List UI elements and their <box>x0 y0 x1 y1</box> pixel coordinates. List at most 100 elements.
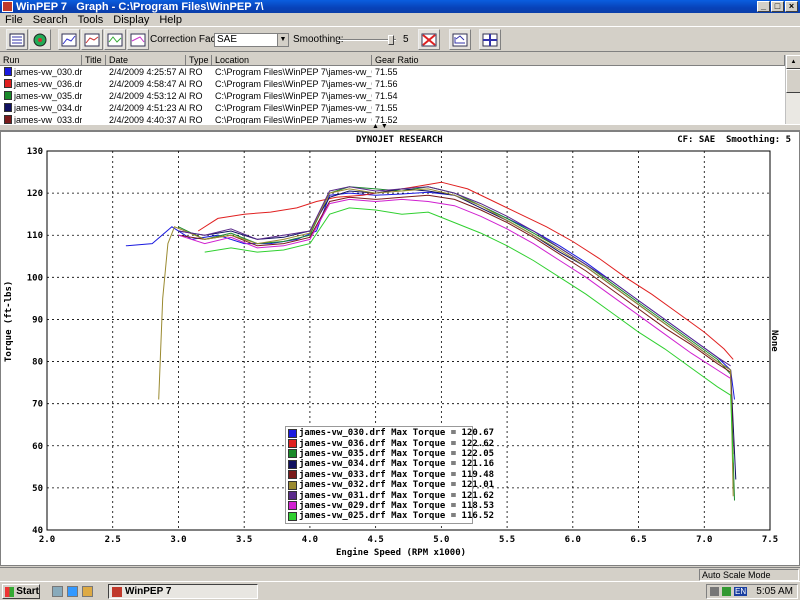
window-title: WinPEP 7 Graph - C:\Program Files\WinPEP… <box>16 0 264 13</box>
cell-date: 2/4/2009 4:40:37 AM <box>109 115 186 124</box>
cell-type: RO <box>189 103 203 113</box>
cell-location: C:\Program Files\WinPEP 7\james-vw_034.d… <box>215 103 372 113</box>
graph-icon <box>130 33 146 46</box>
legend-item[interactable]: james-vw_035.drf Max Torque = 122.05 <box>288 449 494 459</box>
graph-title: DYNOJET RESEARCH <box>356 135 443 145</box>
menu-help[interactable]: Help <box>154 14 187 26</box>
table-row[interactable]: james-vw_036.drf 2/4/2009 4:58:47 AM RO C:\… <box>0 78 785 90</box>
cell-type: RO <box>189 115 203 124</box>
x-tick-label: 4.5 <box>368 535 384 545</box>
cell-type: RO <box>189 67 203 77</box>
legend-item[interactable]: james-vw_036.drf Max Torque = 122.62 <box>288 438 494 449</box>
minimize-button[interactable]: _ <box>757 1 770 12</box>
y-tick-label: 130 <box>27 147 43 157</box>
graph-view-4-button[interactable] <box>127 29 149 50</box>
smoothing-slider[interactable] <box>338 35 396 45</box>
graph-view-1-button[interactable] <box>58 29 80 50</box>
cursor-button[interactable] <box>479 29 501 50</box>
cell-title <box>82 78 106 90</box>
table-row[interactable]: james-vw_034.drf 2/4/2009 4:51:23 AM RO C:\… <box>0 102 785 114</box>
legend-item[interactable]: james-vw_030.drf Max Torque = 120.67 <box>288 428 494 438</box>
legend-item[interactable]: james-vw_031.drf Max Torque = 121.62 <box>288 490 494 501</box>
legend-swatch <box>288 428 297 438</box>
y-tick-label: 100 <box>27 273 43 283</box>
crosshair-icon <box>482 33 498 46</box>
chevron-down-icon: ▼ <box>277 34 288 46</box>
scroll-thumb[interactable] <box>786 69 800 93</box>
dyno-button[interactable] <box>29 29 51 50</box>
cell-run: james-vw_035.drf <box>0 90 82 102</box>
y-tick-label: 60 <box>32 442 43 452</box>
cell-gear: 71.52 <box>375 115 398 124</box>
cell-type: RO <box>189 79 203 89</box>
legend-item[interactable]: james-vw_032.drf Max Torque = 121.01 <box>288 480 494 490</box>
maximize-button[interactable]: □ <box>771 1 784 12</box>
table-row[interactable]: james-vw_033.drf 2/4/2009 4:40:37 AM RO C:\… <box>0 114 785 124</box>
title-bar: WinPEP 7 Graph - C:\Program Files\WinPEP… <box>0 0 800 13</box>
run-color-swatch <box>4 103 12 112</box>
legend-swatch <box>288 459 297 469</box>
tray-app-icon[interactable] <box>722 587 731 596</box>
y-tick-label: 120 <box>27 189 43 199</box>
legend-swatch <box>288 439 297 449</box>
legend-item[interactable]: james-vw_034.drf Max Torque = 121.16 <box>288 459 494 469</box>
legend-label: james-vw_036.drf Max Torque = 122.62 <box>299 438 495 449</box>
legend-label: james-vw_025.drf Max Torque = 116.52 <box>299 511 495 522</box>
system-tray: EN 5:05 AM <box>706 584 798 599</box>
language-indicator[interactable]: EN <box>734 587 748 596</box>
smoothing-label: Smoothing: <box>293 34 344 45</box>
scroll-up-icon[interactable]: ▲ <box>786 55 800 69</box>
zoom-button[interactable] <box>449 29 471 50</box>
col-location[interactable]: Location <box>212 55 372 65</box>
slider-thumb[interactable] <box>388 35 394 45</box>
graph-icon <box>61 33 77 46</box>
menu-search[interactable]: Search <box>28 14 73 26</box>
cell-title <box>82 90 106 102</box>
pane-splitter[interactable]: ▲ ▼ <box>0 123 800 131</box>
app-icon <box>2 1 13 12</box>
clear-graph-button[interactable] <box>418 29 440 50</box>
menu-tools[interactable]: Tools <box>73 14 109 26</box>
menu-display[interactable]: Display <box>108 14 154 26</box>
table-row[interactable]: james-vw_035.drf 2/4/2009 4:53:12 AM RO C:\… <box>0 90 785 102</box>
table-row[interactable]: james-vw_030.drf 2/4/2009 4:25:57 AM RO C:\… <box>0 66 785 78</box>
taskbar-winpep-button[interactable]: WinPEP 7 <box>108 584 258 599</box>
legend-item[interactable]: james-vw_033.drf Max Torque = 119.48 <box>288 470 494 480</box>
run-filename: james-vw_035.drf <box>14 91 82 101</box>
taskbar: Start WinPEP 7 EN 5:05 AM <box>0 581 800 600</box>
col-run[interactable]: Run <box>0 55 82 65</box>
close-button[interactable]: × <box>785 1 798 12</box>
run-color-swatch <box>4 67 12 76</box>
col-gear-ratio[interactable]: Gear Ratio <box>372 55 785 65</box>
start-button[interactable]: Start <box>2 584 40 599</box>
col-date[interactable]: Date <box>106 55 186 65</box>
start-label: Start <box>16 586 39 597</box>
browser-icon[interactable] <box>67 586 78 597</box>
correction-factor-select[interactable]: SAE ▼ <box>214 33 289 47</box>
col-title[interactable]: Title <box>82 55 106 65</box>
network-icon[interactable] <box>710 587 719 596</box>
cell-run: james-vw_036.drf <box>0 78 82 90</box>
col-type[interactable]: Type <box>186 55 212 65</box>
status-bar: Auto Scale Mode <box>0 567 800 581</box>
smoothing-value: 5 <box>403 34 409 45</box>
x-axis-label: Engine Speed (RPM x1000) <box>336 548 467 558</box>
cell-gear: 71.56 <box>375 79 398 89</box>
explorer-icon[interactable] <box>82 586 93 597</box>
show-desktop-icon[interactable] <box>52 586 63 597</box>
list-icon <box>9 33 25 46</box>
menu-file[interactable]: File <box>0 14 28 26</box>
cell-title <box>82 66 106 78</box>
cell-location: C:\Program Files\WinPEP 7\james-vw_030.d… <box>215 67 372 77</box>
right-axis-label: None <box>769 330 779 352</box>
cell-date: 2/4/2009 4:58:47 AM <box>109 79 186 89</box>
graph-view-3-button[interactable] <box>104 29 126 50</box>
legend-item[interactable]: james-vw_025.drf Max Torque = 116.52 <box>288 511 494 521</box>
winpep-app-icon <box>112 586 122 597</box>
cell-date: 2/4/2009 4:25:57 AM <box>109 67 186 77</box>
run-table-scrollbar[interactable]: ▲ <box>785 55 800 124</box>
run-list-button[interactable] <box>6 29 28 50</box>
x-tick-label: 6.0 <box>565 535 581 545</box>
legend-item[interactable]: james-vw_029.drf Max Torque = 118.53 <box>288 501 494 511</box>
graph-view-2-button[interactable] <box>81 29 103 50</box>
